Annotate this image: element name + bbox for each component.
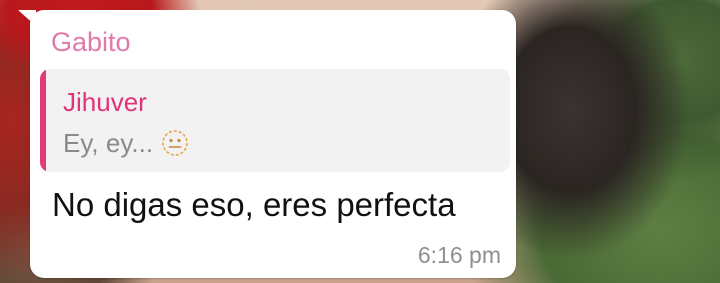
neutral-face-icon <box>161 129 189 157</box>
quote-accent-bar <box>40 69 46 172</box>
message-timestamp: 6:16 pm <box>417 242 501 268</box>
quoted-reply[interactable]: Jihuver Ey, ey... <box>40 69 510 172</box>
quoted-author: Jihuver <box>63 87 147 117</box>
quoted-text-row: Ey, ey... <box>63 128 189 158</box>
quoted-text: Ey, ey... <box>63 128 154 158</box>
sender-name[interactable]: Gabito <box>51 27 131 57</box>
message-text: No digas eso, eres perfecta <box>52 186 456 223</box>
message-bubble[interactable]: Gabito Jihuver Ey, ey... No digas eso, e… <box>30 10 516 278</box>
